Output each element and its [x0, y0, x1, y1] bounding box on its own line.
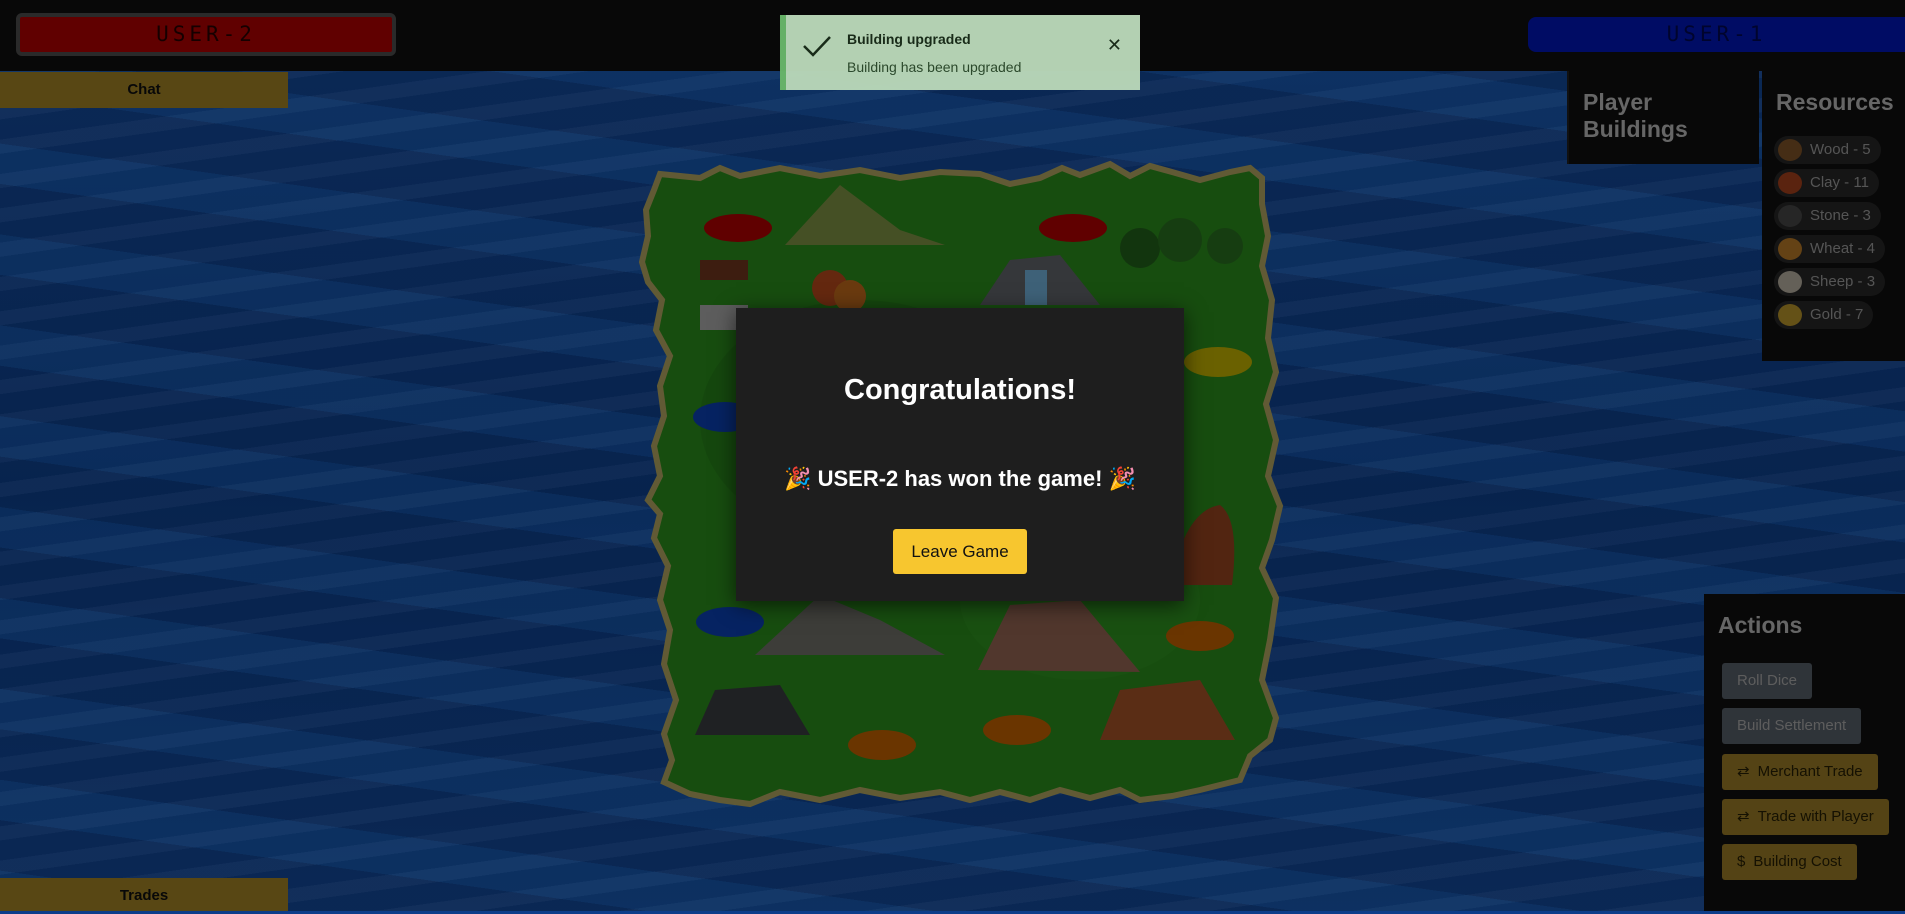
close-icon[interactable]: ✕: [1107, 35, 1122, 56]
leave-game-button[interactable]: Leave Game: [893, 529, 1027, 574]
toast-title: Building upgraded: [847, 31, 971, 47]
dialog-title: Congratulations!: [844, 374, 1076, 406]
check-icon: [803, 36, 831, 57]
toast-message: Building has been upgraded: [847, 59, 1022, 75]
win-dialog: Congratulations! 🎉 USER-2 has won the ga…: [736, 308, 1184, 601]
toast-notification: Building upgraded Building has been upgr…: [780, 15, 1140, 90]
winner-message: 🎉 USER-2 has won the game! 🎉: [784, 466, 1136, 491]
